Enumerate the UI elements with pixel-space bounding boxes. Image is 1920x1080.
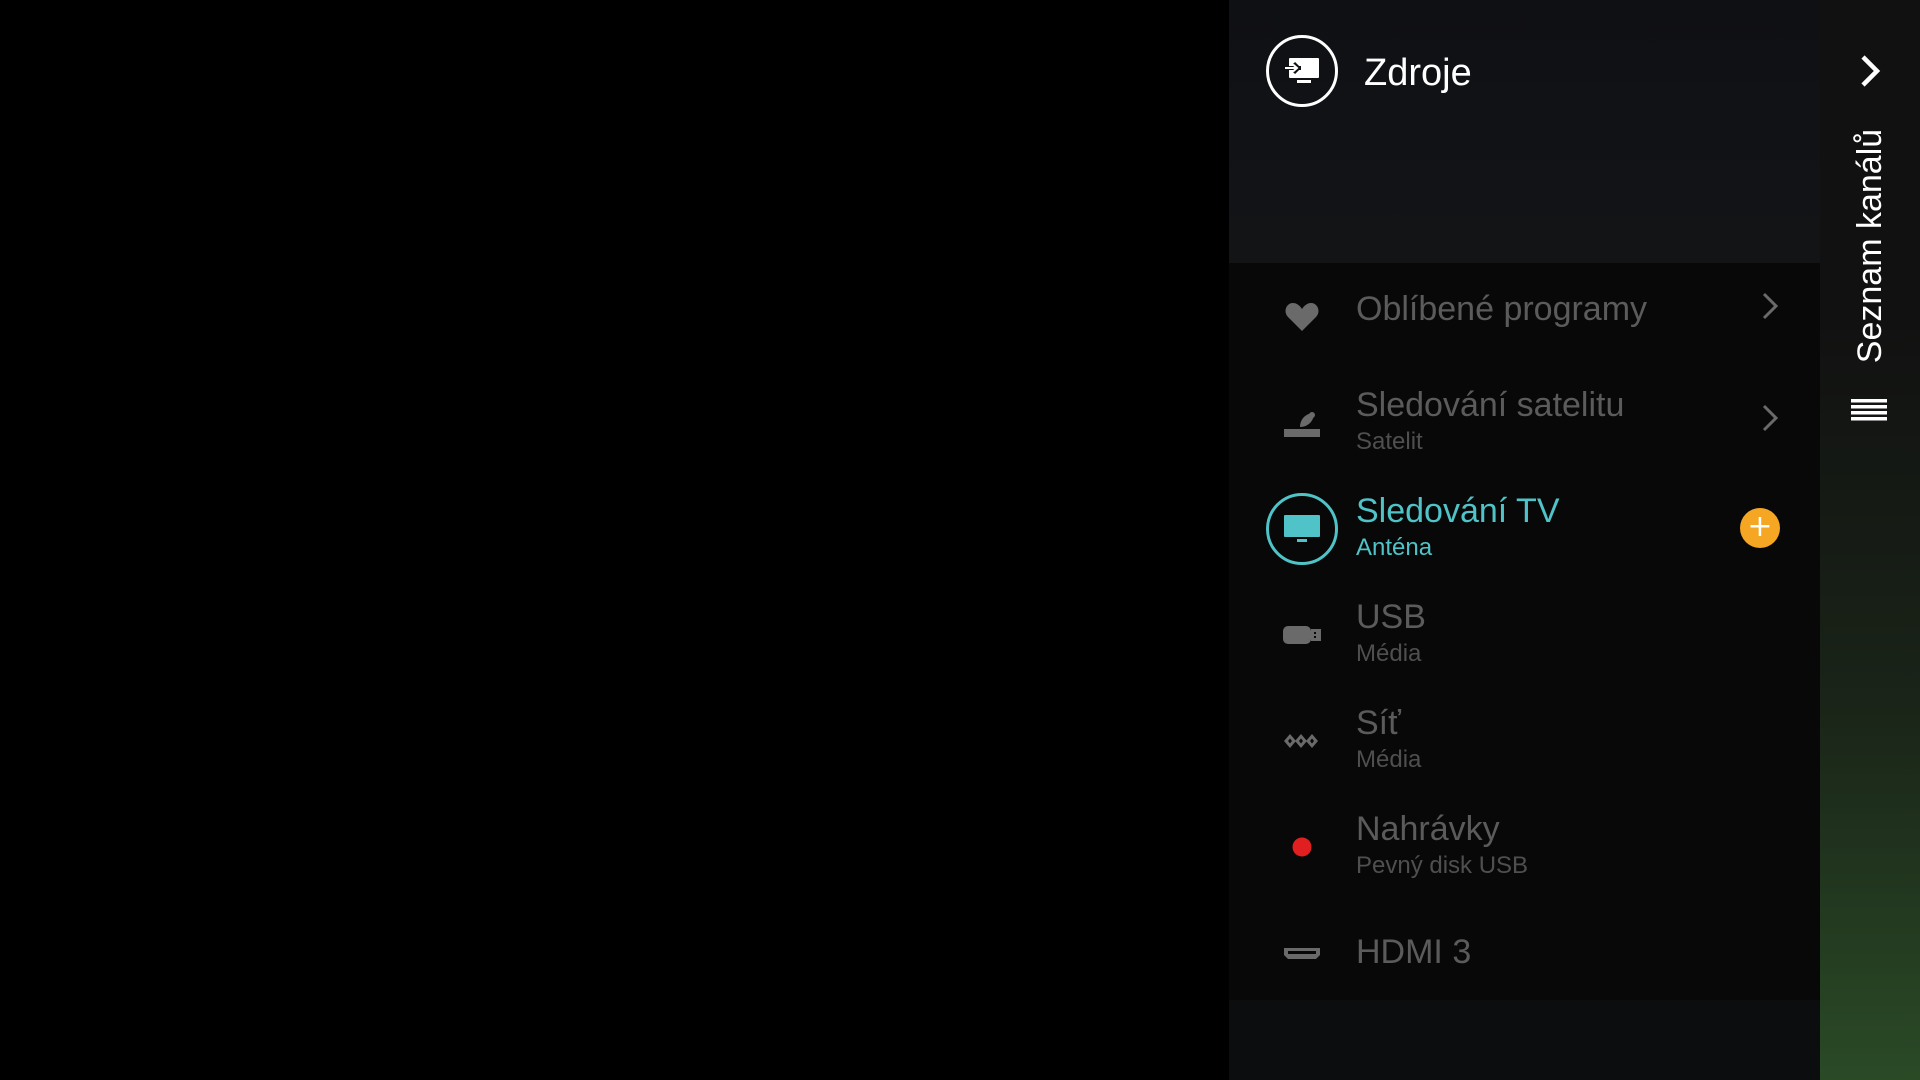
network-icon	[1266, 705, 1338, 777]
source-item-label: Nahrávky	[1356, 810, 1500, 848]
tv-screen: Zdroje Oblíbené programy Sledování satel…	[0, 0, 1920, 1080]
tv-icon	[1266, 493, 1338, 565]
sources-list: Oblíbené programy Sledování satelitu Sat…	[1229, 263, 1820, 1000]
sources-footer	[1229, 1000, 1820, 1080]
chevron-right-icon	[1762, 404, 1779, 432]
heart-icon	[1266, 281, 1338, 353]
source-item-usb[interactable]: USB Média	[1229, 581, 1820, 687]
source-item-sublabel: Média	[1356, 746, 1422, 773]
source-item-label: Sledování satelitu	[1356, 386, 1625, 424]
source-item-recordings[interactable]: Nahrávky Pevný disk USB	[1229, 793, 1820, 899]
sources-panel: Zdroje Oblíbené programy Sledování satel…	[1229, 0, 1820, 1080]
chevron-right-icon	[1762, 292, 1779, 320]
source-item-label: Sledování TV	[1356, 492, 1560, 530]
list-icon	[1851, 399, 1887, 421]
source-item-favorites[interactable]: Oblíbené programy	[1229, 263, 1820, 369]
source-input-icon	[1266, 35, 1338, 107]
source-item-hdmi3[interactable]: HDMI 3	[1229, 899, 1820, 1005]
source-item-sublabel: Pevný disk USB	[1356, 852, 1529, 879]
source-item-sublabel: Anténa	[1356, 534, 1433, 561]
source-item-network[interactable]: Síť Média	[1229, 687, 1820, 793]
page-title: Zdroje	[1364, 52, 1472, 94]
source-item-label: Síť	[1356, 704, 1401, 742]
channel-list-title: Seznam kanálů	[1851, 128, 1889, 364]
satellite-dish-icon	[1266, 387, 1338, 459]
source-item-tv[interactable]: Sledování TV Anténa +	[1229, 475, 1820, 581]
source-item-sublabel: Satelit	[1356, 428, 1423, 455]
source-item-label: USB	[1356, 598, 1426, 636]
source-item-satellite[interactable]: Sledování satelitu Satelit	[1229, 369, 1820, 475]
source-item-sublabel: Média	[1356, 640, 1422, 667]
chevron-right-icon[interactable]	[1856, 53, 1884, 89]
hdmi-icon	[1266, 917, 1338, 989]
source-item-label: HDMI 3	[1356, 933, 1472, 971]
channel-list-tab[interactable]: Seznam kanálů	[1820, 0, 1920, 1080]
record-icon	[1266, 811, 1338, 883]
add-channel-button[interactable]: +	[1740, 508, 1780, 548]
source-item-label: Oblíbené programy	[1356, 290, 1648, 328]
usb-icon	[1266, 599, 1338, 671]
sources-header: Zdroje	[1229, 0, 1820, 263]
